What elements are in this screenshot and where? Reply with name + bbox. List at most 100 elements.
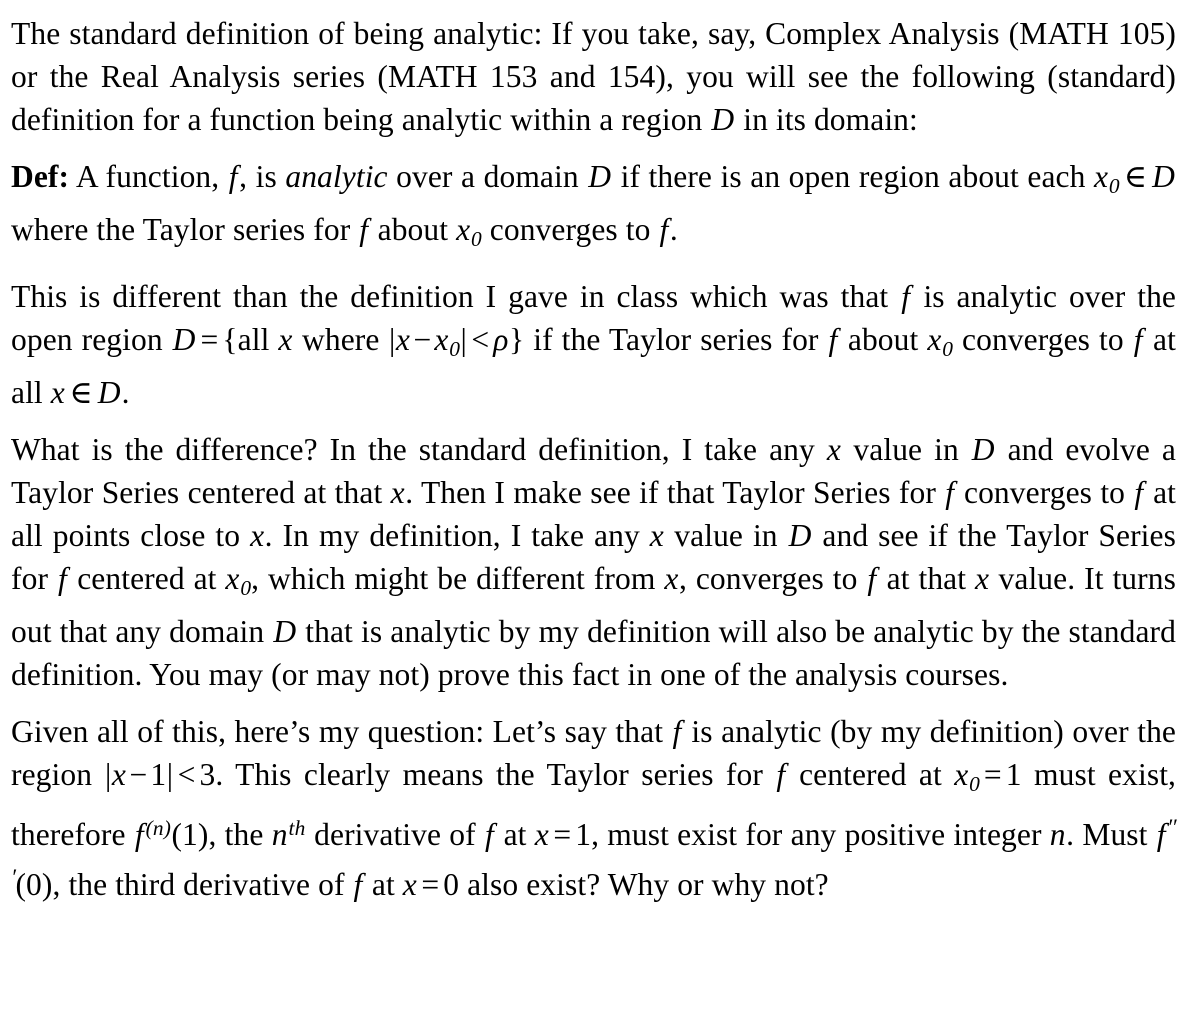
math-variable-f: f — [228, 159, 238, 194]
math-variable-x: x — [456, 211, 471, 247]
math-variable-x: x — [534, 817, 549, 853]
math-equals-sign: = — [421, 867, 440, 903]
text-run: at that — [886, 560, 967, 596]
math-variable-x: x — [278, 321, 293, 357]
text-run: centered at — [77, 560, 217, 596]
math-variable-x: x — [390, 474, 405, 510]
text-run: , the third derivative of — [52, 867, 345, 903]
text-run: all — [237, 321, 270, 357]
text-run: . — [669, 211, 678, 247]
math-variable-D: D — [788, 517, 812, 553]
math-variable-f: f — [1133, 321, 1143, 357]
text-run: centered at — [799, 756, 942, 792]
paragraph-class-definition-contrast: This is different than the definition I … — [11, 275, 1176, 414]
math-variable-f: f — [359, 211, 369, 247]
math-variable-x: x — [1094, 159, 1109, 194]
math-variable-f: f — [134, 817, 144, 853]
emphasised-term-analytic: analytic — [285, 159, 388, 194]
math-superscript-order-n: (n) — [145, 815, 171, 840]
text-run: . Then I make see if that Taylor Series … — [405, 474, 936, 510]
math-equals-sign: = — [983, 756, 1002, 792]
math-variable-x: x — [225, 560, 240, 596]
math-number-one: 1 — [575, 817, 592, 853]
math-minus-sign: − — [413, 321, 432, 357]
math-variable-x: x — [434, 321, 449, 357]
math-abs-bar-open: | — [388, 321, 396, 357]
math-variable-x: x — [402, 867, 417, 903]
math-variable-f: f — [945, 474, 955, 510]
math-subscript-zero: 0 — [969, 771, 980, 796]
math-variable-x: x — [395, 321, 410, 357]
math-variable-f: f — [659, 211, 669, 247]
math-variable-x: x — [111, 756, 126, 792]
math-variable-D: D — [97, 374, 121, 410]
math-subscript-zero: 0 — [1108, 173, 1120, 198]
text-run: , must exist for any positive integer — [591, 817, 1042, 853]
math-subscript-zero: 0 — [449, 336, 461, 361]
document-page: The standard definition of being analyti… — [0, 0, 1204, 1024]
definition-label: Def: — [11, 159, 70, 194]
math-variable-n: n — [271, 817, 288, 853]
math-less-than-sign: < — [177, 756, 196, 792]
text-run: about — [377, 211, 449, 247]
text-run: value in — [853, 431, 959, 467]
math-variable-f: f — [484, 817, 494, 853]
math-variable-x: x — [664, 560, 679, 596]
math-variable-x: x — [826, 431, 841, 467]
text-run: converges to — [963, 474, 1126, 510]
math-abs-bar-open: | — [104, 756, 112, 792]
math-variable-f: f — [901, 278, 911, 314]
text-run: . This clearly means the Taylor series f… — [215, 756, 763, 792]
math-variable-x: x — [649, 517, 664, 553]
text-run: derivative of — [314, 817, 476, 853]
text-run: at — [503, 817, 527, 853]
text-run: where — [302, 321, 380, 357]
math-variable-x: x — [50, 374, 65, 410]
math-number-one: 1 — [150, 756, 167, 792]
math-variable-D: D — [971, 431, 995, 467]
math-number-one: 1 — [1005, 756, 1022, 792]
paragraph-definition-analytic: Def: A function, f, is analytic over a d… — [11, 155, 1176, 261]
math-variable-rho: ρ — [493, 321, 509, 357]
math-variable-D: D — [273, 613, 297, 649]
math-minus-sign: − — [129, 756, 148, 792]
text-run: where the Taylor series for — [11, 211, 351, 247]
math-left-brace: { — [222, 321, 238, 357]
text-run: . — [121, 374, 130, 410]
math-number-three: 3 — [199, 756, 216, 792]
math-argument-zero: (0) — [15, 867, 53, 903]
text-run: in its domain: — [743, 102, 918, 137]
math-variable-x: x — [975, 560, 990, 596]
text-run: The standard definition of being analyti… — [11, 16, 1176, 137]
paragraph-difference-explanation: What is the difference? In the standard … — [11, 428, 1176, 696]
math-number-zero: 0 — [443, 867, 460, 903]
math-variable-D: D — [711, 102, 735, 137]
math-variable-x: x — [927, 321, 942, 357]
text-run: also exist? Why or why not? — [467, 867, 829, 903]
math-variable-x: x — [954, 756, 969, 792]
text-run: Given all of this, here’s my question: L… — [11, 713, 664, 749]
text-run: converges to — [489, 211, 651, 247]
math-less-than-sign: < — [471, 321, 490, 357]
math-variable-D: D — [1152, 159, 1175, 194]
math-variable-f: f — [672, 713, 682, 749]
math-variable-D: D — [172, 321, 196, 357]
math-variable-n: n — [1049, 817, 1066, 853]
math-element-of-symbol: ∈ — [1123, 159, 1148, 194]
math-subscript-zero: 0 — [240, 575, 252, 600]
math-variable-f: f — [1134, 474, 1144, 510]
math-right-brace: } — [509, 321, 525, 357]
paragraph-question: Given all of this, here’s my question: L… — [11, 710, 1177, 906]
text-run: converges to — [962, 321, 1124, 357]
text-run: at — [371, 867, 395, 903]
text-run: This is different than the definition I … — [11, 278, 889, 314]
math-element-of-symbol: ∈ — [69, 374, 93, 410]
text-run: , which might be different from — [251, 560, 656, 596]
math-equals-sign: = — [553, 817, 572, 853]
text-run: about — [847, 321, 919, 357]
math-equals-sign: = — [200, 321, 219, 357]
text-run: , converges to — [678, 560, 858, 596]
paragraph-standard-definition-intro: The standard definition of being analyti… — [11, 12, 1176, 141]
text-run: . Must — [1066, 817, 1148, 853]
text-run: value in — [674, 517, 778, 553]
